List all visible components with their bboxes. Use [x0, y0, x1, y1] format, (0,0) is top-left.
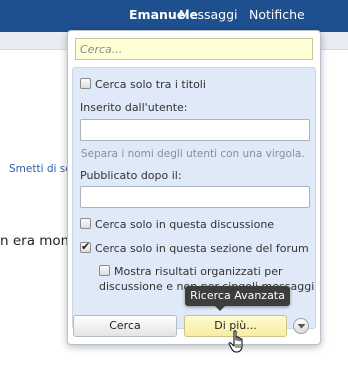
this-forum-option[interactable]: Cerca solo in questa sezione del forum	[80, 240, 309, 255]
chevron-down-icon[interactable]	[293, 318, 309, 334]
newer-than-input[interactable]	[80, 186, 310, 208]
search-input[interactable]	[75, 38, 313, 60]
search-popup-footer: Cerca Di più...	[68, 313, 320, 345]
this-forum-checkbox[interactable]	[80, 240, 91, 253]
newer-than-label: Pubblicato dopo il:	[80, 169, 182, 182]
group-results-checkbox[interactable]	[99, 265, 110, 276]
nav-notifications-link[interactable]: Notifiche	[249, 7, 305, 22]
advanced-search-tooltip: Ricerca Avanzata	[185, 286, 290, 311]
titles-only-option[interactable]: Cerca solo tra i titoli	[80, 78, 206, 91]
unwatch-link[interactable]: Smetti di se	[9, 163, 72, 175]
nav-messages-link[interactable]: Messaggi	[179, 7, 238, 22]
posted-by-input[interactable]	[80, 119, 310, 141]
titles-only-checkbox[interactable]	[80, 78, 91, 89]
this-thread-checkbox[interactable]	[80, 218, 91, 229]
titles-only-label: Cerca solo tra i titoli	[95, 78, 206, 91]
hand-cursor-icon	[228, 330, 243, 353]
this-thread-option[interactable]: Cerca solo in questa discussione	[80, 218, 274, 231]
posted-by-label: Inserito dall'utente:	[80, 101, 188, 114]
this-thread-label: Cerca solo in questa discussione	[95, 218, 275, 231]
top-navigation-bar: Emanuele Messaggi Notifiche	[0, 0, 348, 32]
search-button[interactable]: Cerca	[73, 315, 177, 337]
posted-by-hint: Separa i nomi degli utenti con una virgo…	[81, 148, 305, 160]
this-forum-label: Cerca solo in questa sezione del forum	[95, 242, 309, 255]
post-text-fragment: n era mom	[0, 233, 74, 249]
search-input-area	[68, 31, 320, 67]
